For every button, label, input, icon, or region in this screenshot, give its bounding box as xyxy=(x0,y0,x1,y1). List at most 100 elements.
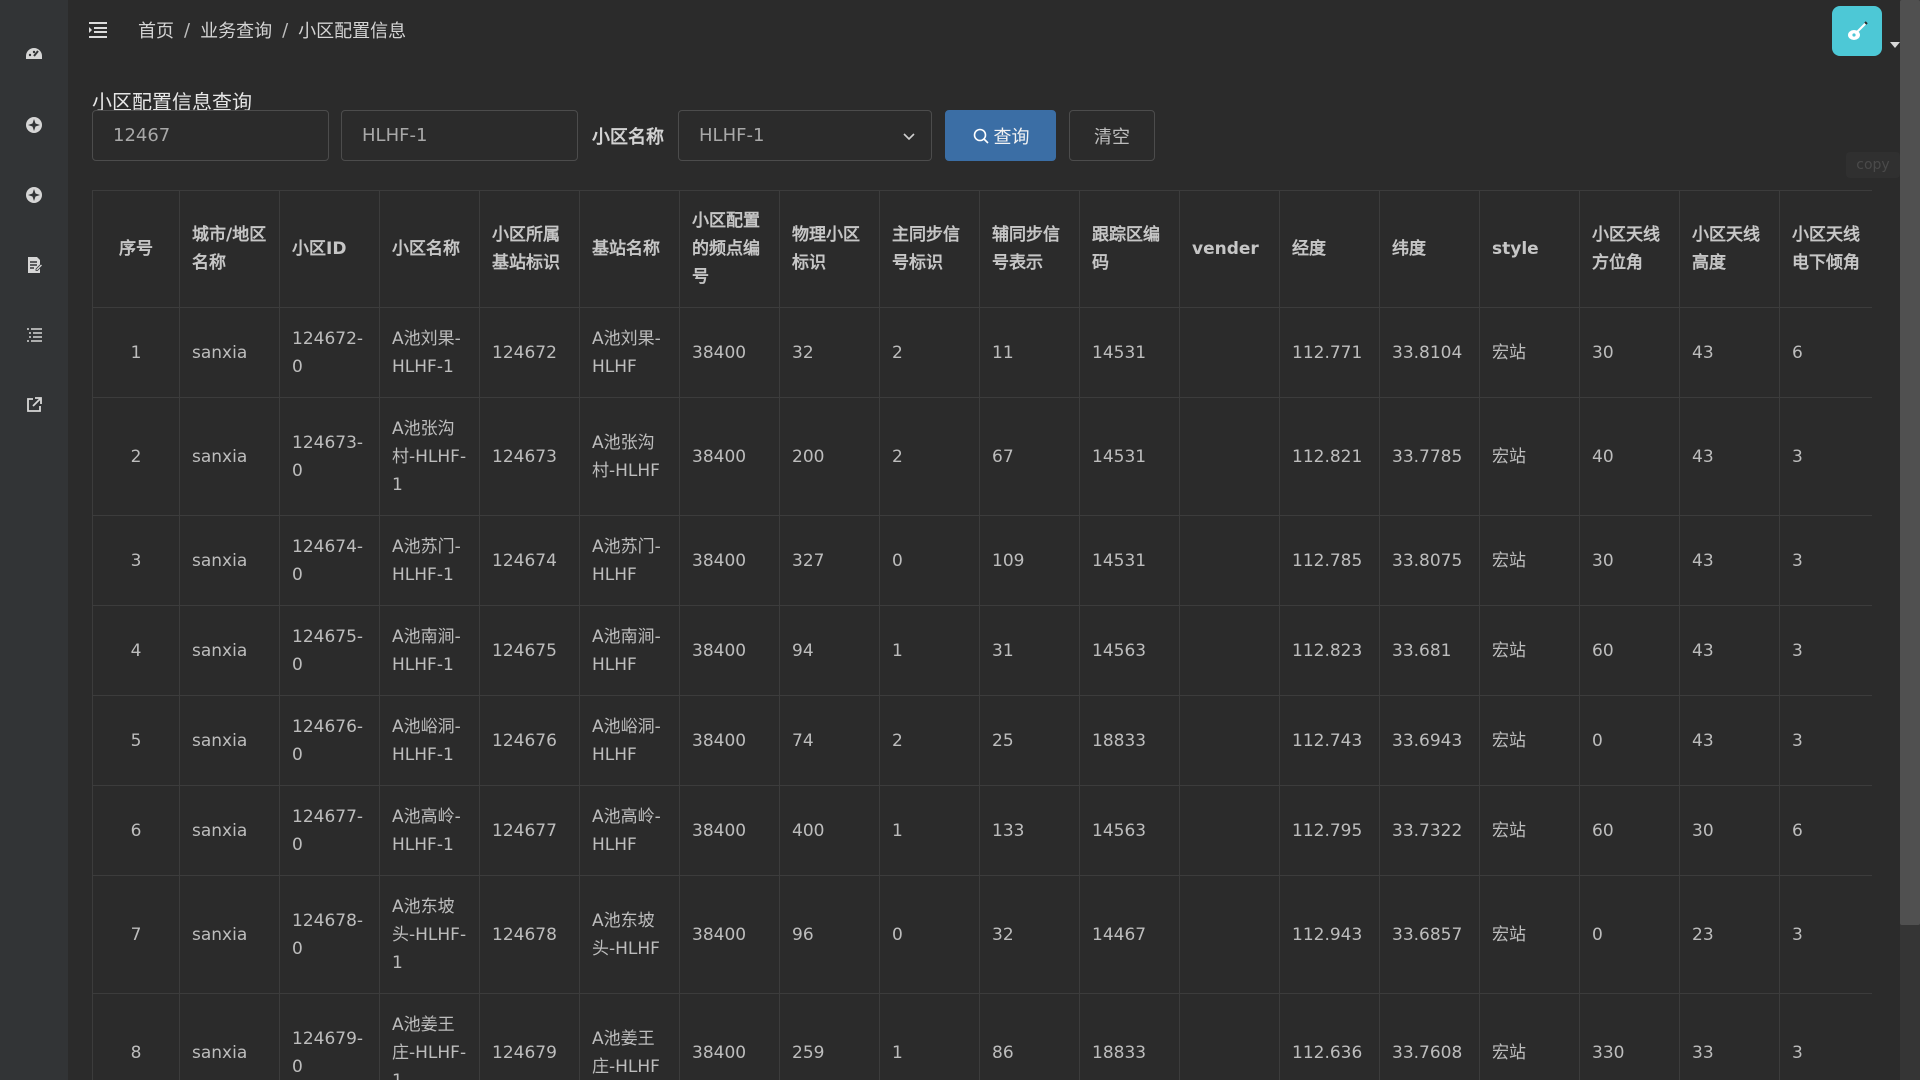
sidebar-item-documents[interactable] xyxy=(0,230,68,300)
column-header: 物理小区标识 xyxy=(779,190,880,308)
table-row[interactable]: 7 sanxia 124678-0 A池东坡头-HLHF-1 124678 A池东坡头-H… xyxy=(92,875,1872,994)
table-cell: 23 xyxy=(1679,875,1780,994)
column-header: 小区天线电下倾角 xyxy=(1779,190,1872,308)
table-cell xyxy=(1179,397,1280,516)
sidebar-item-dashboard[interactable] xyxy=(0,20,68,90)
table-row[interactable]: 4 sanxia 124675-0 A池南涧-HLHF-1 124675 A池南涧-HLH… xyxy=(92,605,1872,696)
table-cell: A池高岭-HLHF-1 xyxy=(379,785,480,876)
table-cell: A池姜王庄-HLHF-1 xyxy=(379,993,480,1080)
table-row[interactable]: 1 sanxia 124672-0 A池刘果-HLHF-1 124672 A池刘果-HLH… xyxy=(92,307,1872,398)
cell-name-label: 小区名称 xyxy=(592,126,664,148)
table-cell: 38400 xyxy=(679,605,780,696)
breadcrumb-separator: / xyxy=(282,19,289,41)
scrollbar-thumb[interactable] xyxy=(1900,0,1920,925)
query-button[interactable]: 查询 xyxy=(945,110,1056,161)
cell-id-input[interactable]: 12467 xyxy=(92,110,329,161)
list-icon xyxy=(27,328,42,342)
table-cell: A池张沟村-HLHF xyxy=(579,397,680,516)
table-cell: 11 xyxy=(979,307,1080,398)
sidebar-item-list[interactable] xyxy=(0,300,68,370)
table-cell: 1 xyxy=(879,605,980,696)
table-row[interactable]: 2 sanxia 124673-0 A池张沟村-HLHF-1 124673 A池张沟村-H… xyxy=(92,397,1872,516)
cell-name-input[interactable]: HLHF-1 xyxy=(341,110,578,161)
guitar-icon xyxy=(1848,21,1868,40)
table-cell: 124679 xyxy=(479,993,580,1080)
breadcrumb-business-query[interactable]: 业务查询 xyxy=(200,17,272,43)
table-row[interactable]: 8sanxia124679-0A池姜王庄-HLHF-1124679A池姜王庄-H… xyxy=(92,993,1872,1080)
table-cell: 3 xyxy=(1779,993,1872,1080)
column-header: 序号 xyxy=(92,190,180,308)
table-cell: 38400 xyxy=(679,695,780,786)
table-cell: 32 xyxy=(979,875,1080,994)
table-cell: 124675 xyxy=(479,605,580,696)
table-cell: 宏站 xyxy=(1479,785,1580,876)
table-cell: 112.795 xyxy=(1279,785,1380,876)
table-cell: A池苏门-HLHF-1 xyxy=(379,515,480,606)
user-menu[interactable] xyxy=(1832,6,1900,56)
table-cell: 400 xyxy=(779,785,880,876)
document-edit-icon xyxy=(28,257,44,273)
table-cell: A池苏门-HLHF xyxy=(579,515,680,606)
table-cell: A池峪洞-HLHF-1 xyxy=(379,695,480,786)
table-cell: 60 xyxy=(1579,785,1680,876)
table-cell: 18833 xyxy=(1079,993,1180,1080)
search-icon xyxy=(973,128,989,144)
table-cell: 74 xyxy=(779,695,880,786)
table-cell: 259 xyxy=(779,993,880,1080)
query-button-label: 查询 xyxy=(993,126,1030,148)
table-cell: A池峪洞-HLHF xyxy=(579,695,680,786)
cell-name-select[interactable]: HLHF-1 xyxy=(678,110,932,161)
table-header-row: 序号 城市/地区名称 小区ID 小区名称 小区所属基站标识 基站名称 小区配置的频点编号 物理… xyxy=(92,190,1872,308)
menu-toggle-icon[interactable] xyxy=(86,18,110,42)
breadcrumb-separator: / xyxy=(184,19,191,41)
table-cell: 1 xyxy=(92,307,180,398)
column-header: 小区天线高度 xyxy=(1679,190,1780,308)
column-header: 城市/地区名称 xyxy=(179,190,280,308)
table-cell: 112.823 xyxy=(1279,605,1380,696)
table-cell: 32 xyxy=(779,307,880,398)
table-cell: 38400 xyxy=(679,397,780,516)
table-cell: 4 xyxy=(92,605,180,696)
table-cell xyxy=(1179,695,1280,786)
table-cell: A池刘果-HLHF xyxy=(579,307,680,398)
sidebar-item-external[interactable] xyxy=(0,370,68,440)
table-cell: 38400 xyxy=(679,993,780,1080)
table-cell: 33.8104 xyxy=(1379,307,1480,398)
table-row[interactable]: 6 sanxia 124677-0 A池高岭-HLHF-1 124677 A池高岭-HLH… xyxy=(92,785,1872,876)
table-cell: 宏站 xyxy=(1479,875,1580,994)
table-cell: sanxia xyxy=(179,515,280,606)
dashboard-icon xyxy=(26,48,42,59)
sidebar-item-compass-1[interactable] xyxy=(0,90,68,160)
table-cell: 14531 xyxy=(1079,397,1180,516)
table-cell: 宏站 xyxy=(1479,695,1580,786)
table-cell: 8 xyxy=(92,993,180,1080)
table-cell: 3 xyxy=(1779,695,1872,786)
table-cell: 60 xyxy=(1579,605,1680,696)
column-header: 小区所属基站标识 xyxy=(479,190,580,308)
table-cell: 5 xyxy=(92,695,180,786)
table-cell: 124677-0 xyxy=(279,785,380,876)
table-cell: 124679-0 xyxy=(279,993,380,1080)
table-row[interactable]: 5 sanxia 124676-0 A池峪洞-HLHF-1 124676 A池峪洞-HLH… xyxy=(92,695,1872,786)
table-cell: A池东坡头-HLHF-1 xyxy=(379,875,480,994)
vertical-scrollbar[interactable] xyxy=(1900,0,1920,1080)
avatar[interactable] xyxy=(1832,6,1882,56)
table-body: 1 sanxia 124672-0 A池刘果-HLHF-1 124672 A池刘果-HLH… xyxy=(92,307,1872,1080)
table-cell: 宏站 xyxy=(1479,515,1580,606)
table-cell: 6 xyxy=(92,785,180,876)
column-header: vender xyxy=(1179,190,1280,308)
table-cell: 3 xyxy=(92,515,180,606)
table-cell: 6 xyxy=(1779,785,1872,876)
copy-button[interactable]: copy xyxy=(1846,152,1900,178)
chevron-down-icon[interactable] xyxy=(1890,42,1900,48)
table-cell xyxy=(1179,307,1280,398)
breadcrumb-home[interactable]: 首页 xyxy=(138,17,174,43)
sidebar-item-compass-2[interactable] xyxy=(0,160,68,230)
table-cell: 3 xyxy=(1779,605,1872,696)
table-cell: 33.8075 xyxy=(1379,515,1480,606)
table-cell: 1 xyxy=(879,993,980,1080)
table-row[interactable]: 3 sanxia 124674-0 A池苏门-HLHF-1 124674 A池苏门-HLH… xyxy=(92,515,1872,606)
clear-button[interactable]: 清空 xyxy=(1069,110,1155,161)
table-cell: 6 xyxy=(1779,307,1872,398)
table-cell: 宏站 xyxy=(1479,397,1580,516)
